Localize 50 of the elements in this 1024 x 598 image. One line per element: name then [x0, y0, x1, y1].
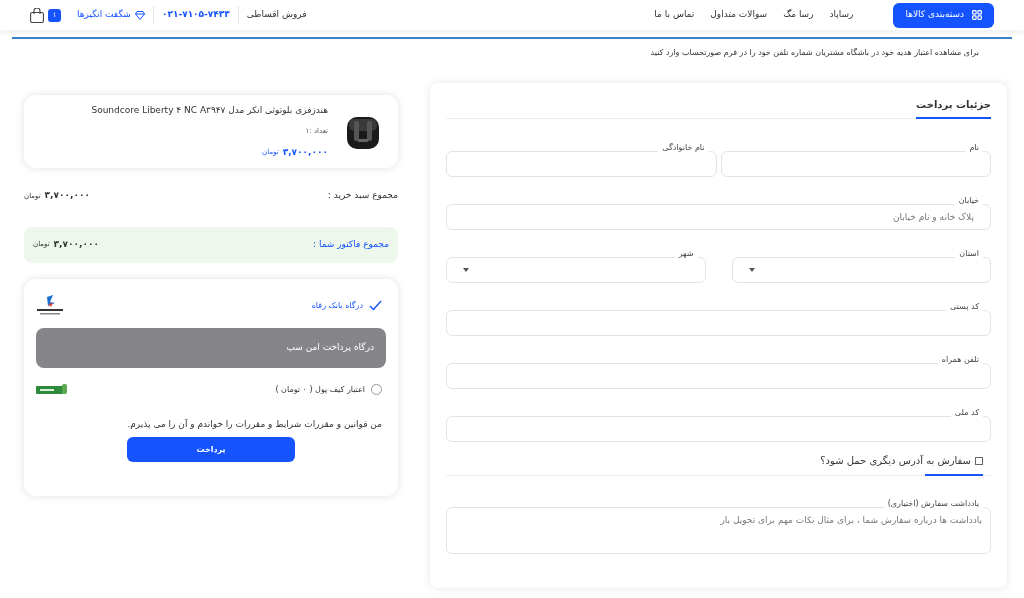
nav-link[interactable]: رساپاد: [829, 8, 854, 22]
select-field[interactable]: [731, 257, 991, 283]
input-field[interactable]: [446, 416, 991, 442]
subtotal-amount: ۳,۷۰۰,۰۰۰: [44, 189, 90, 202]
checkbox-label: سفارش به آدرس دیگری حمل شود؟: [820, 453, 971, 468]
total-label: مجموع فاکتور شما :: [313, 237, 389, 251]
field-label: کد ملی: [950, 407, 983, 419]
nav-link[interactable]: تماس با ما: [654, 8, 695, 22]
input-field[interactable]: [446, 310, 991, 336]
caret-icon: [463, 268, 469, 272]
checkmark-icon[interactable]: [369, 300, 382, 311]
radio-button[interactable]: [371, 384, 382, 395]
terms-text: من قوانین و مقررات شرایط و مقررات را خواندم و آن را می پذیرم.: [126, 417, 383, 431]
field-label: کد پستی: [946, 301, 983, 313]
nav-link[interactable]: سوالات متداول: [710, 8, 768, 22]
product-price: ۳,۷۰۰,۰۰۰: [282, 145, 328, 159]
phone-number[interactable]: ۰۲۱-۷۱۰۵-۷۴۳۳: [153, 8, 238, 22]
field-label: شهر: [674, 248, 698, 260]
field-label: تلفن همراه: [937, 354, 983, 366]
field-label: یادداشت سفارش (اختیاری): [883, 498, 983, 510]
section-title: جزئیات پرداخت: [916, 97, 991, 119]
product-title: هندزفری بلوتوثی انکر مدل Soundcore Liberty ۴ NC A۳۹۴۷: [91, 103, 328, 117]
field-label: نام: [965, 142, 983, 154]
installment-link[interactable]: فروش اقساطی: [238, 8, 315, 22]
bank-logo-icon: [36, 294, 64, 317]
field-label: خیابان: [954, 195, 983, 207]
subtotal-label: مجموع سبد خرید :: [327, 189, 398, 202]
pay-button[interactable]: پرداخت: [127, 437, 295, 462]
notice-text: برای مشاهده اعتبار هدیه خود در باشگاه مشتریان شماره تلفن خود را در فرم صورتحساب وارد کنید: [649, 47, 980, 59]
amazing-offers-link[interactable]: شگفت انگیزها: [69, 8, 153, 22]
gateway-description: درگاه پرداخت امن سپ: [286, 340, 374, 354]
payment-method-label[interactable]: اعتبار کیف پول ( ۰ تومان ): [275, 383, 365, 396]
input-field[interactable]: پلاک خانه و نام خیابان: [446, 204, 991, 230]
diamond-icon: [134, 10, 145, 20]
input-field[interactable]: [720, 151, 991, 177]
field-label: استان: [955, 248, 983, 260]
input-field[interactable]: [446, 151, 717, 177]
checkbox[interactable]: [975, 456, 983, 465]
shopping-bag-icon[interactable]: [30, 7, 44, 23]
select-field[interactable]: [446, 257, 706, 283]
wallet-badge-icon: [36, 384, 68, 395]
input-field[interactable]: [446, 363, 991, 389]
total-amount: ۳,۷۰۰,۰۰۰: [53, 237, 99, 251]
notes-field[interactable]: یادداشت ها درباره سفارش شما ، برای مثال نکات مهم برای تحویل بار: [446, 507, 991, 554]
caret-icon: [748, 268, 755, 272]
field-label: نام خانوادگی: [658, 142, 709, 154]
payment-method-label[interactable]: درگاه بانک رفاه: [311, 299, 363, 312]
grid-icon: [972, 10, 982, 20]
categories-button[interactable]: دسته‌بندی کالاها: [893, 2, 994, 28]
nav-link[interactable]: رسا مگ: [783, 8, 814, 22]
